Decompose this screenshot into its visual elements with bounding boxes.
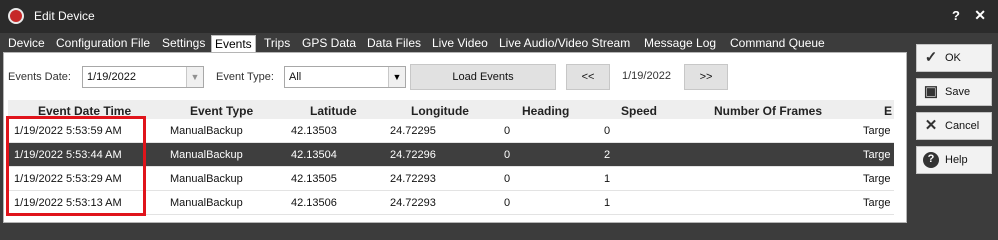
save-label: Save — [945, 86, 971, 98]
event-type-label: Event Type: — [216, 71, 274, 83]
events-date-label: Events Date: — [8, 71, 71, 83]
date-dropdown-icon[interactable]: ▼ — [186, 67, 203, 87]
cell-heading: 0 — [504, 197, 511, 209]
event-type-select[interactable]: All ▼ — [284, 66, 406, 88]
cell-latitude: 42.13506 — [291, 197, 337, 209]
cancel-button[interactable]: ✕ Cancel — [916, 112, 992, 140]
ok-label: OK — [945, 52, 961, 64]
cancel-label: Cancel — [945, 120, 980, 132]
cell-extra: Targe — [863, 173, 891, 185]
cell-latitude: 42.13505 — [291, 173, 337, 185]
tab-live-audio-video-stream[interactable]: Live Audio/Video Stream — [499, 35, 630, 52]
save-button[interactable]: ▣ Save — [916, 78, 992, 106]
previous-date-button[interactable]: << — [566, 64, 610, 90]
event-type-value: All — [289, 71, 302, 83]
cell-longitude: 24.72293 — [390, 173, 436, 185]
col-number-of-frames[interactable]: Number Of Frames — [714, 104, 822, 118]
col-e[interactable]: E — [884, 104, 892, 118]
cell-extra: Targe — [863, 197, 891, 209]
col-longitude[interactable]: Longitude — [411, 104, 469, 118]
cell-longitude: 24.72296 — [390, 149, 436, 161]
tab-message-log[interactable]: Message Log — [644, 35, 716, 52]
ok-button[interactable]: ✓ OK — [916, 44, 992, 72]
tab-events[interactable]: Events — [211, 35, 256, 52]
help-icon[interactable]: ? — [952, 8, 960, 23]
floppy-disk-icon: ▣ — [923, 83, 939, 100]
help-label: Help — [945, 154, 968, 166]
checkmark-icon: ✓ — [924, 49, 938, 66]
tab-configuration-file[interactable]: Configuration File — [56, 35, 150, 52]
cell-extra: Targe — [863, 149, 891, 161]
events-date-value: 1/19/2022 — [87, 71, 136, 83]
app-icon — [8, 8, 24, 24]
cell-speed: 1 — [604, 197, 611, 209]
cell-heading: 0 — [504, 173, 511, 185]
tab-command-queue[interactable]: Command Queue — [730, 35, 825, 52]
title-bar: Edit Device ? ✕ — [0, 0, 998, 33]
tab-gps-data[interactable]: GPS Data — [302, 35, 356, 52]
cell-longitude: 24.72295 — [390, 125, 436, 137]
cell-speed: 2 — [604, 149, 611, 161]
cell-speed: 0 — [604, 125, 611, 137]
col-speed[interactable]: Speed — [621, 104, 657, 118]
side-button-panel: ✓ OK ▣ Save ✕ Cancel ? Help — [912, 33, 998, 223]
cell-extra: Targe — [863, 125, 891, 137]
cell-speed: 1 — [604, 173, 611, 185]
tab-live-video[interactable]: Live Video — [432, 35, 488, 52]
cell-type: ManualBackup — [170, 125, 243, 137]
col-heading[interactable]: Heading — [522, 104, 569, 118]
cell-type: ManualBackup — [170, 173, 243, 185]
load-events-button[interactable]: Load Events — [410, 64, 556, 90]
type-dropdown-icon[interactable]: ▼ — [388, 67, 405, 87]
help-button[interactable]: ? Help — [916, 146, 992, 174]
events-date-picker[interactable]: 1/19/2022 ▼ — [82, 66, 204, 88]
cell-latitude: 42.13503 — [291, 125, 337, 137]
cell-heading: 0 — [504, 149, 511, 161]
tab-data-files[interactable]: Data Files — [367, 35, 421, 52]
current-date-display: 1/19/2022 — [622, 70, 671, 82]
col-latitude[interactable]: Latitude — [310, 104, 357, 118]
tab-settings[interactable]: Settings — [162, 35, 205, 52]
close-icon[interactable]: ✕ — [974, 7, 986, 24]
highlight-box — [6, 116, 146, 216]
col-event-type[interactable]: Event Type — [190, 104, 253, 118]
tab-device[interactable]: Device — [8, 35, 45, 52]
tab-bar: Device Configuration File Settings Event… — [0, 33, 912, 52]
cell-latitude: 42.13504 — [291, 149, 337, 161]
window-title: Edit Device — [34, 9, 95, 23]
cell-heading: 0 — [504, 125, 511, 137]
next-date-button[interactable]: >> — [684, 64, 728, 90]
cross-icon: ✕ — [924, 117, 938, 134]
question-icon: ? — [923, 152, 939, 168]
tab-trips[interactable]: Trips — [264, 35, 290, 52]
cell-type: ManualBackup — [170, 149, 243, 161]
cell-type: ManualBackup — [170, 197, 243, 209]
cell-longitude: 24.72293 — [390, 197, 436, 209]
